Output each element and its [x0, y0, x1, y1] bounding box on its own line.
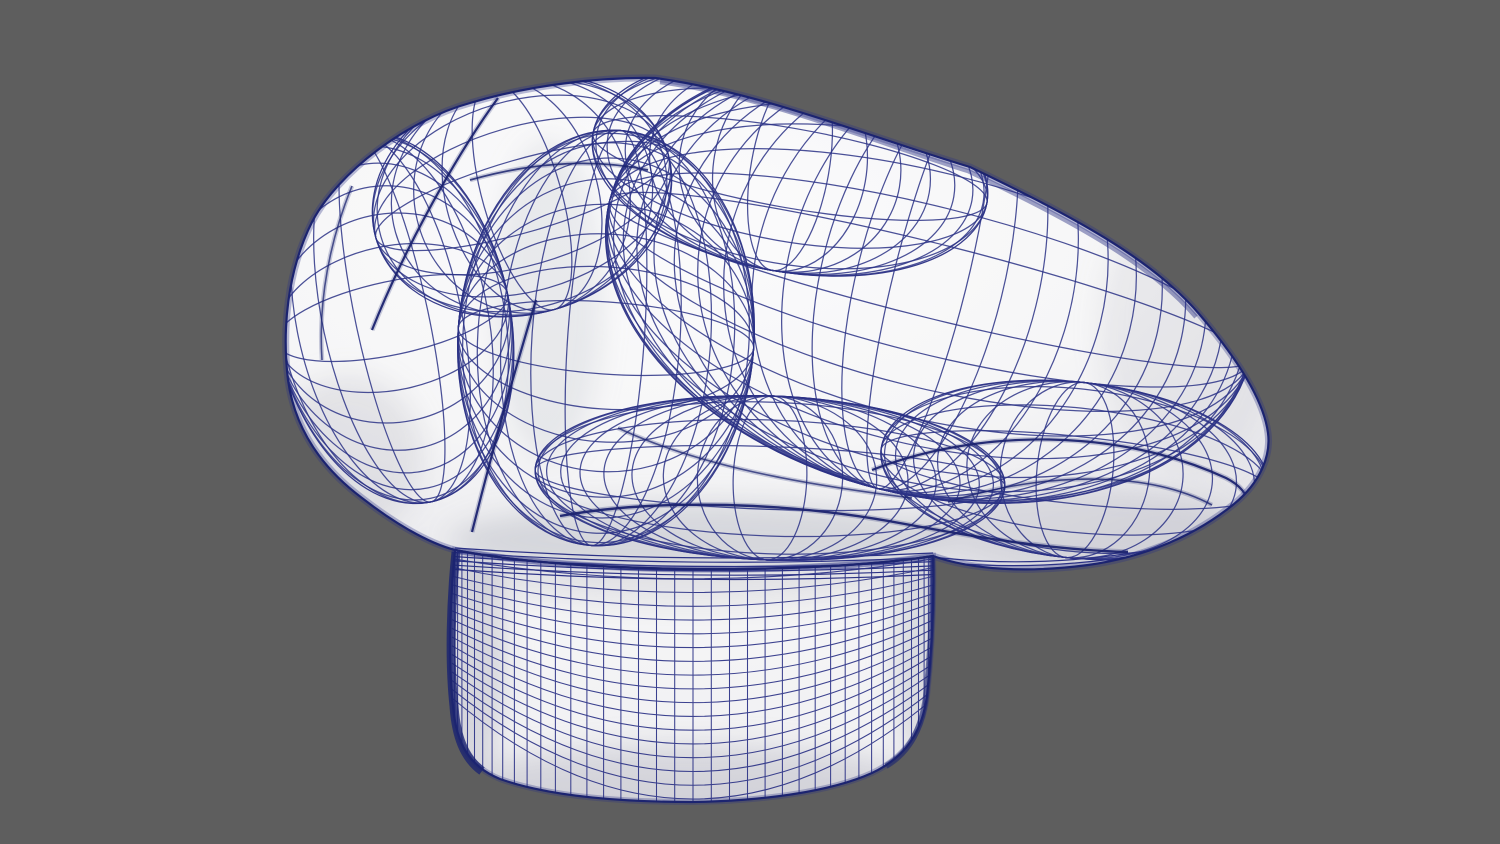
chef-hat-wireframe-model — [0, 0, 1500, 844]
render-viewport — [0, 0, 1500, 844]
